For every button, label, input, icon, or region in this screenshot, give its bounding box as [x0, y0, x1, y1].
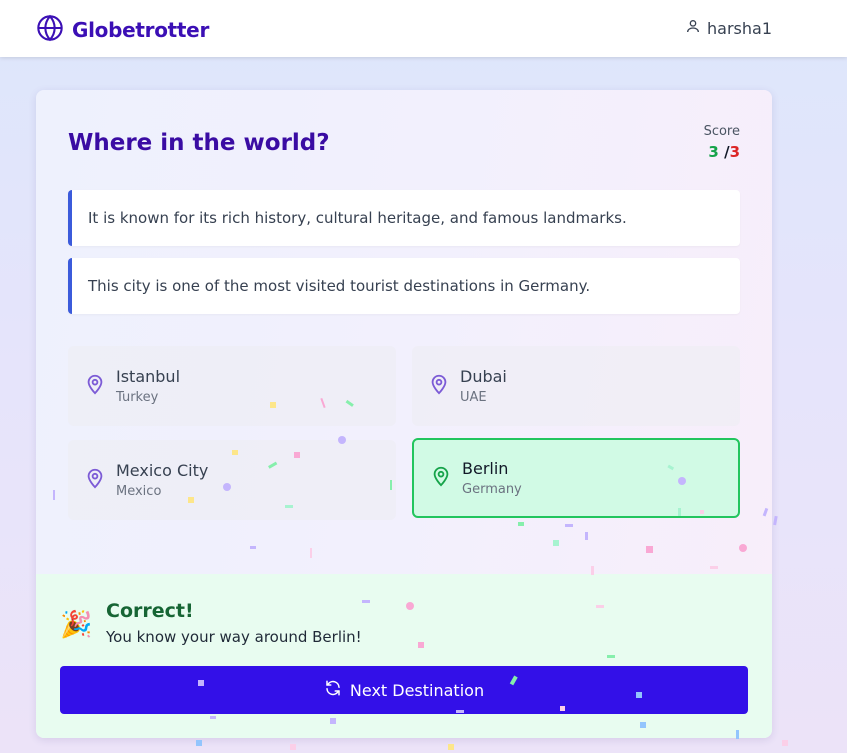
map-pin-icon	[84, 467, 106, 493]
clue-card: This city is one of the most visited tou…	[68, 258, 740, 314]
score-panel: Score 3 /3	[704, 124, 740, 161]
result-panel: 🎉 Correct! You know your way around Berl…	[36, 574, 772, 738]
option-dubai[interactable]: Dubai UAE	[412, 346, 740, 426]
result-title: Correct!	[106, 600, 194, 622]
option-istanbul[interactable]: Istanbul Turkey	[68, 346, 396, 426]
option-city: Dubai	[460, 367, 507, 386]
username: harsha1	[707, 18, 772, 38]
score-total: 3	[729, 143, 740, 161]
game-title: Where in the world?	[68, 130, 330, 156]
clue-card: It is known for its rich history, cultur…	[68, 190, 740, 246]
brand-name: Globetrotter	[72, 18, 210, 42]
option-city: Berlin	[462, 459, 509, 478]
map-pin-icon	[84, 373, 106, 399]
option-country: Germany	[462, 482, 522, 497]
next-button-label: Next Destination	[349, 680, 485, 700]
map-pin-icon	[430, 465, 452, 491]
score-correct: 3	[708, 143, 719, 161]
party-popper-icon: 🎉	[60, 610, 93, 640]
score-value: 3 /3	[704, 143, 740, 161]
option-country: Turkey	[116, 390, 159, 405]
score-label: Score	[703, 124, 740, 139]
option-country: Mexico	[116, 484, 162, 499]
next-destination-button[interactable]: Next Destination	[60, 666, 748, 714]
option-mexico-city[interactable]: Mexico City Mexico	[68, 440, 396, 520]
user-icon	[685, 18, 701, 38]
option-city: Mexico City	[116, 461, 209, 480]
map-pin-icon	[428, 373, 450, 399]
game-card: Where in the world? Score 3 /3 It is kno…	[36, 90, 772, 738]
option-city: Istanbul	[116, 367, 181, 386]
top-navbar: Globetrotter harsha1	[0, 0, 847, 57]
globe-icon	[36, 14, 64, 46]
user-menu[interactable]: harsha1	[685, 18, 772, 38]
option-berlin-selected[interactable]: Berlin Germany	[412, 438, 740, 518]
refresh-icon	[324, 679, 350, 701]
option-country: UAE	[460, 390, 487, 405]
brand-logo[interactable]: Globetrotter	[36, 14, 209, 46]
result-message: You know your way around Berlin!	[106, 628, 362, 646]
